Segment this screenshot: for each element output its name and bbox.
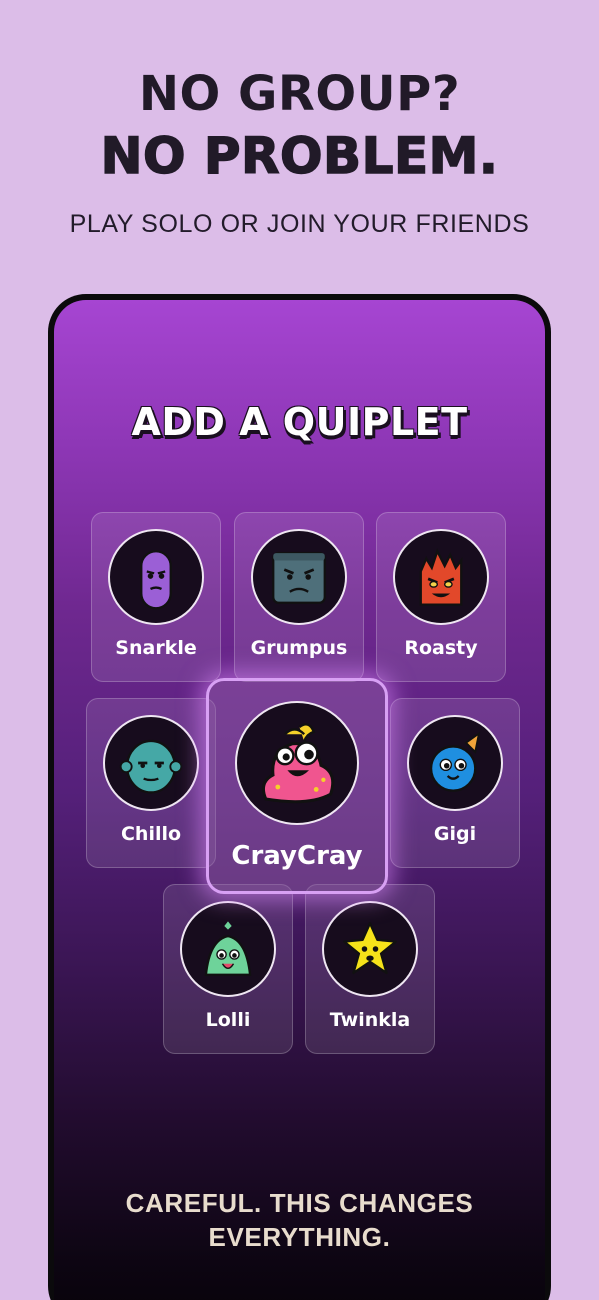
grumpus-avatar-icon: [251, 529, 347, 625]
phone-screen: ADD A QUIPLET Snarkle Grumpus Roasty Chi…: [54, 300, 545, 1300]
screen-title: ADD A QUIPLET: [131, 400, 468, 444]
quiplet-name: CrayCray: [231, 841, 363, 871]
quiplet-name: Lolli: [205, 1009, 251, 1031]
quiplet-card-twinkla[interactable]: Twinkla: [305, 884, 435, 1054]
quiplet-card-grumpus[interactable]: Grumpus: [234, 512, 364, 682]
quiplet-card-craycray[interactable]: CrayCray: [206, 678, 388, 894]
footer-line-2: EVERYTHING.: [208, 1222, 391, 1252]
quiplet-card-lolli[interactable]: Lolli: [163, 884, 293, 1054]
roasty-avatar-icon: [393, 529, 489, 625]
chillo-avatar-icon: [103, 715, 199, 811]
quiplet-name: Snarkle: [115, 637, 197, 659]
headline-line-2: NO PROBLEM.: [100, 126, 499, 186]
screen-footer: CAREFUL. THIS CHANGES EVERYTHING.: [54, 1186, 545, 1254]
footer-line-1: CAREFUL. THIS CHANGES: [125, 1188, 474, 1218]
quiplet-name: Twinkla: [329, 1009, 411, 1031]
quiplet-card-snarkle[interactable]: Snarkle: [91, 512, 221, 682]
lolli-avatar-icon: [180, 901, 276, 997]
headline-line-1: NO GROUP?: [138, 66, 461, 122]
phone-frame: ADD A QUIPLET Snarkle Grumpus Roasty Chi…: [48, 294, 551, 1300]
craycray-avatar-icon: [235, 701, 359, 825]
page: NO GROUP? NO PROBLEM. PLAY SOLO OR JOIN …: [0, 0, 599, 1300]
quiplet-card-roasty[interactable]: Roasty: [376, 512, 506, 682]
quiplet-name: Chillo: [120, 823, 182, 845]
quiplet-name: Gigi: [433, 823, 477, 845]
gigi-avatar-icon: [407, 715, 503, 811]
quiplet-name: Roasty: [404, 637, 478, 659]
quiplet-name: Grumpus: [250, 637, 348, 659]
headline-subtitle: PLAY SOLO OR JOIN YOUR FRIENDS: [69, 210, 530, 238]
quiplet-card-chillo[interactable]: Chillo: [86, 698, 216, 868]
twinkla-avatar-icon: [322, 901, 418, 997]
snarkle-avatar-icon: [108, 529, 204, 625]
quiplet-card-gigi[interactable]: Gigi: [390, 698, 520, 868]
